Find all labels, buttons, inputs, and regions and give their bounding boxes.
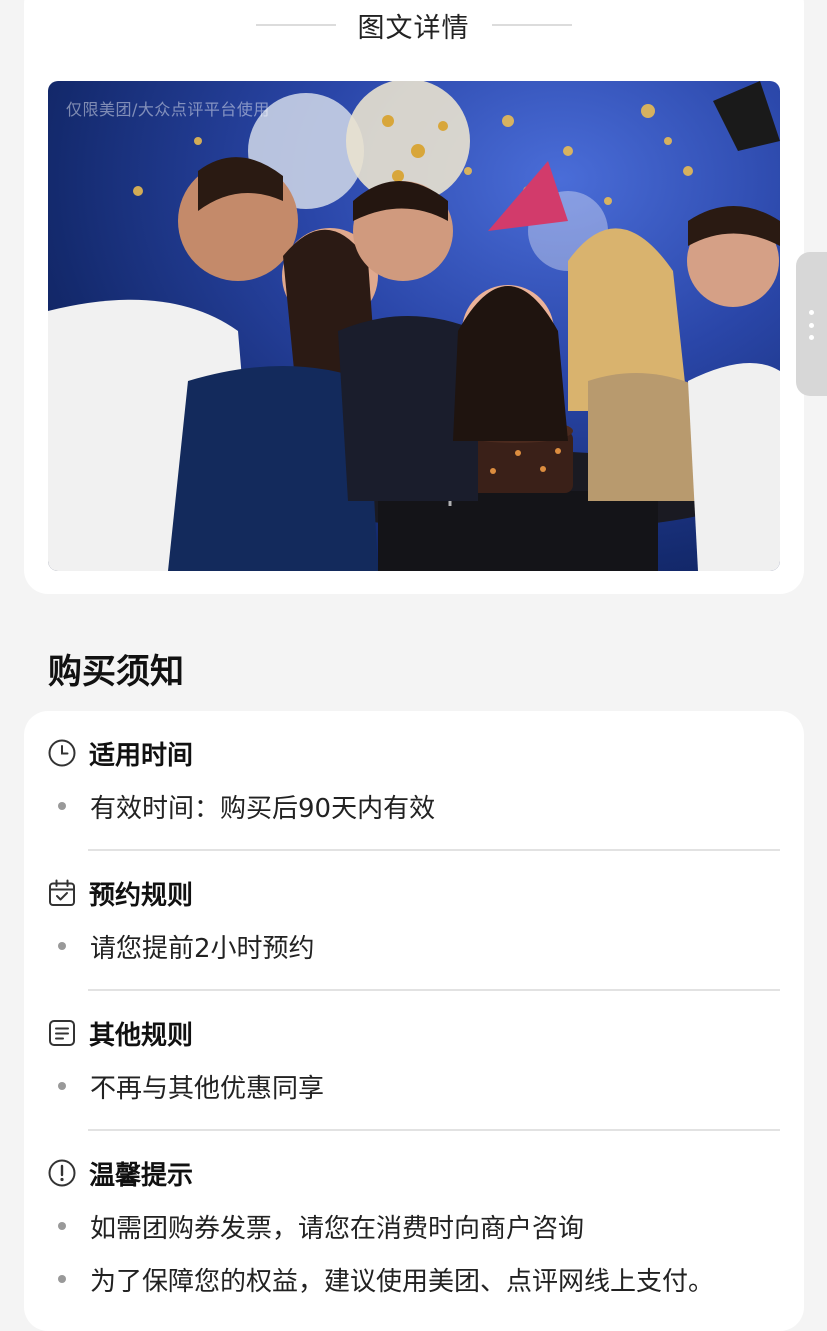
rule-title: 其他规则 <box>89 1020 194 1051</box>
section-divider <box>88 1129 780 1131</box>
rule-section-tips: 温馨提示 如需团购券发票，请您在消费时向商户咨询 为了保障您的权益，建议使用美团… <box>48 1155 780 1297</box>
rule-section-usage-time: 适用时间 有效时间：购买后90天内有效 <box>48 735 780 824</box>
bullet-dot <box>58 802 66 810</box>
rule-text: 为了保障您的权益，建议使用美团、点评网线上支付。 <box>90 1266 715 1297</box>
bullet-dot <box>58 1082 66 1090</box>
bullet-dot <box>58 1222 66 1230</box>
party-photo[interactable]: 仅限美团/大众点评平台使用 <box>48 81 780 571</box>
calendar-check-icon <box>48 879 76 907</box>
list-item: 有效时间：购买后90天内有效 <box>48 788 780 824</box>
purchase-notice-heading: 购买须知 <box>48 652 184 692</box>
rule-title: 预约规则 <box>89 880 194 911</box>
list-item: 如需团购券发票，请您在消费时向商户咨询 <box>48 1208 780 1244</box>
detail-section-header: 图文详情 <box>0 8 827 44</box>
section-divider <box>88 989 780 991</box>
document-icon <box>48 1019 76 1047</box>
title-divider-left <box>255 24 336 26</box>
rule-section-reservation: 预约规则 请您提前2小时预约 <box>48 875 780 964</box>
title-divider-right <box>491 24 572 26</box>
rule-title: 温馨提示 <box>89 1160 194 1191</box>
clock-icon <box>48 739 76 767</box>
list-item: 请您提前2小时预约 <box>48 928 780 964</box>
rule-title: 适用时间 <box>89 740 194 771</box>
rule-text: 不再与其他优惠同享 <box>90 1073 325 1104</box>
detail-title: 图文详情 <box>357 12 470 44</box>
list-item: 不再与其他优惠同享 <box>48 1068 780 1104</box>
rule-text: 有效时间：购买后90天内有效 <box>90 793 436 824</box>
exclamation-circle-icon <box>48 1159 76 1187</box>
bullet-dot <box>58 1275 66 1283</box>
bullet-dot <box>58 942 66 950</box>
section-divider <box>88 849 780 851</box>
photo-watermark: 仅限美团/大众点评平台使用 <box>66 100 270 119</box>
more-vertical-icon[interactable] <box>808 310 814 340</box>
rule-section-other: 其他规则 不再与其他优惠同享 <box>48 1015 780 1104</box>
list-item: 为了保障您的权益，建议使用美团、点评网线上支付。 <box>48 1261 780 1297</box>
rule-text: 请您提前2小时预约 <box>90 933 315 964</box>
rule-text: 如需团购券发票，请您在消费时向商户咨询 <box>90 1213 585 1244</box>
